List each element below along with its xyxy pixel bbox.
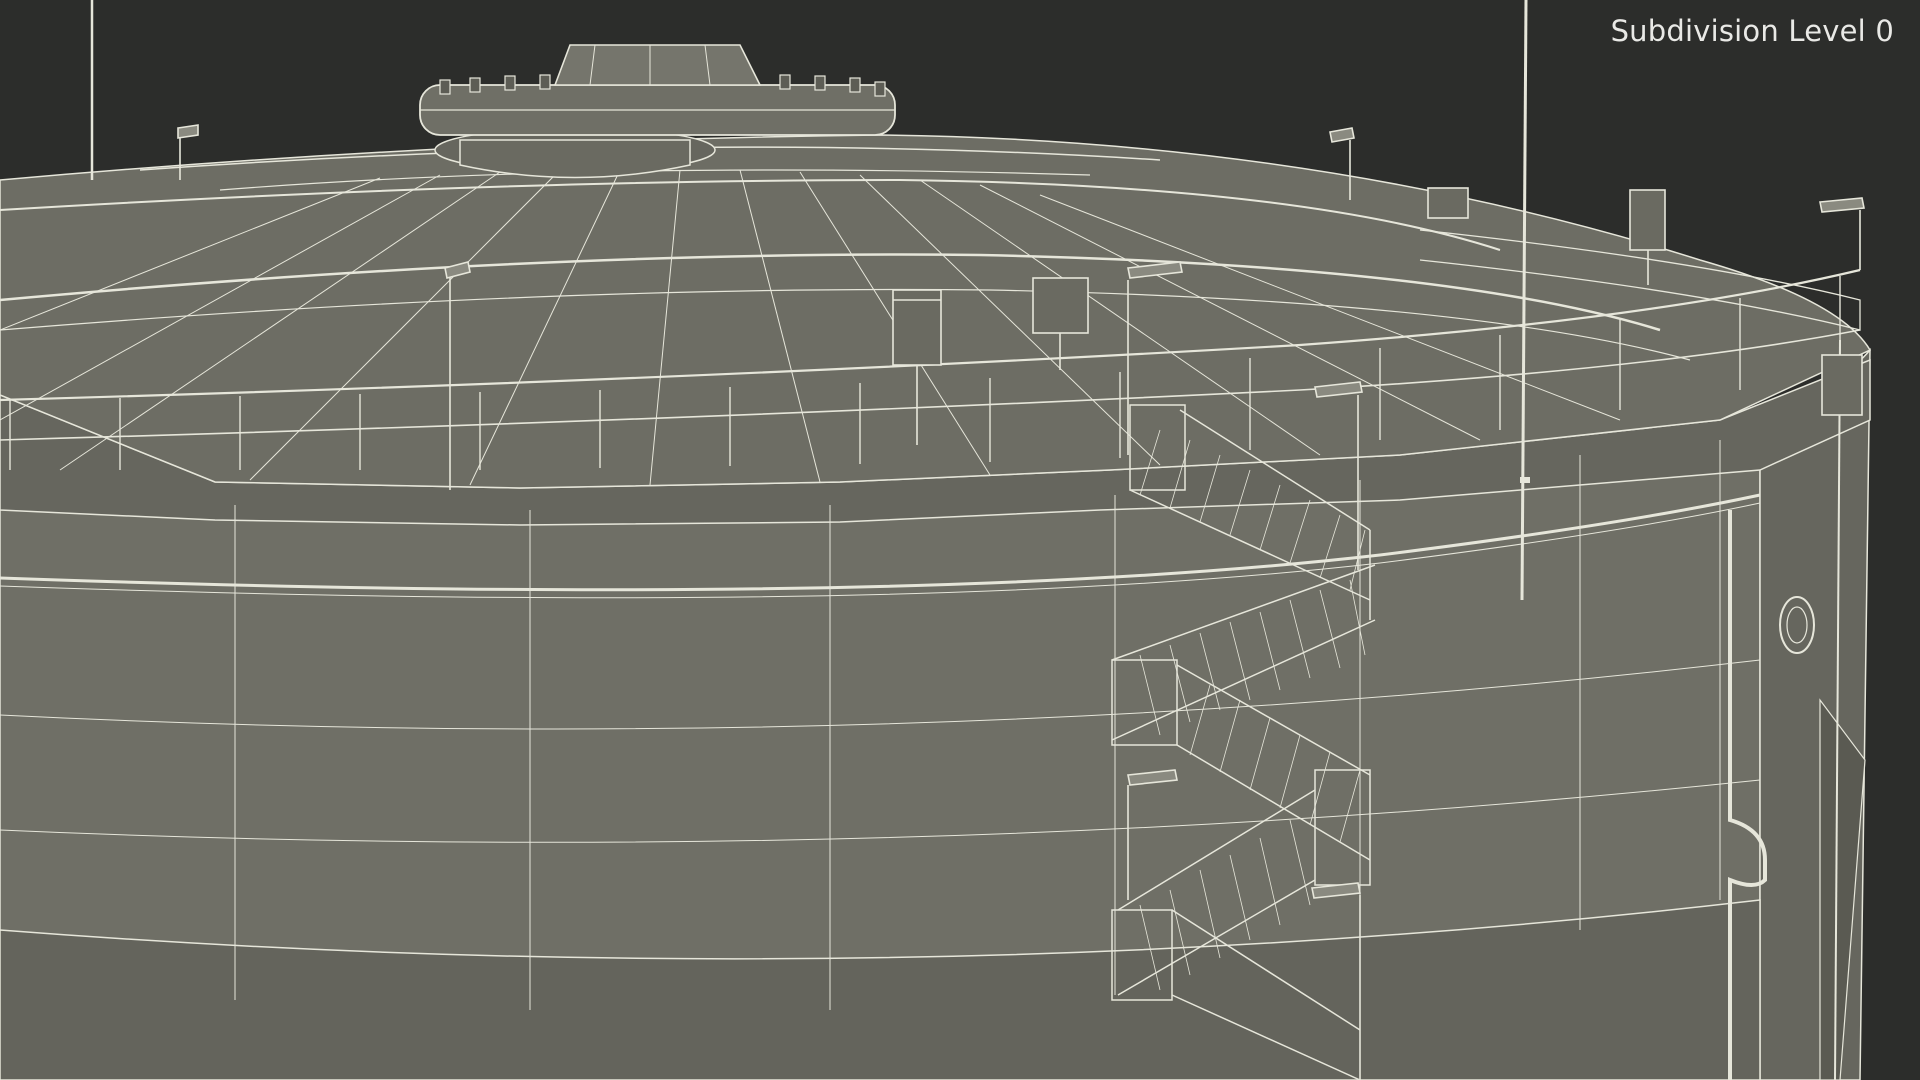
roof-hatch-neck xyxy=(459,139,691,179)
3d-viewport[interactable]: Subdivision Level 0 xyxy=(0,0,1920,1080)
subdivision-level-label: Subdivision Level 0 xyxy=(1610,14,1894,48)
manhole xyxy=(1779,596,1815,654)
tank-wireframe-render xyxy=(0,0,1872,1080)
roof-hatch-cap xyxy=(553,44,762,86)
